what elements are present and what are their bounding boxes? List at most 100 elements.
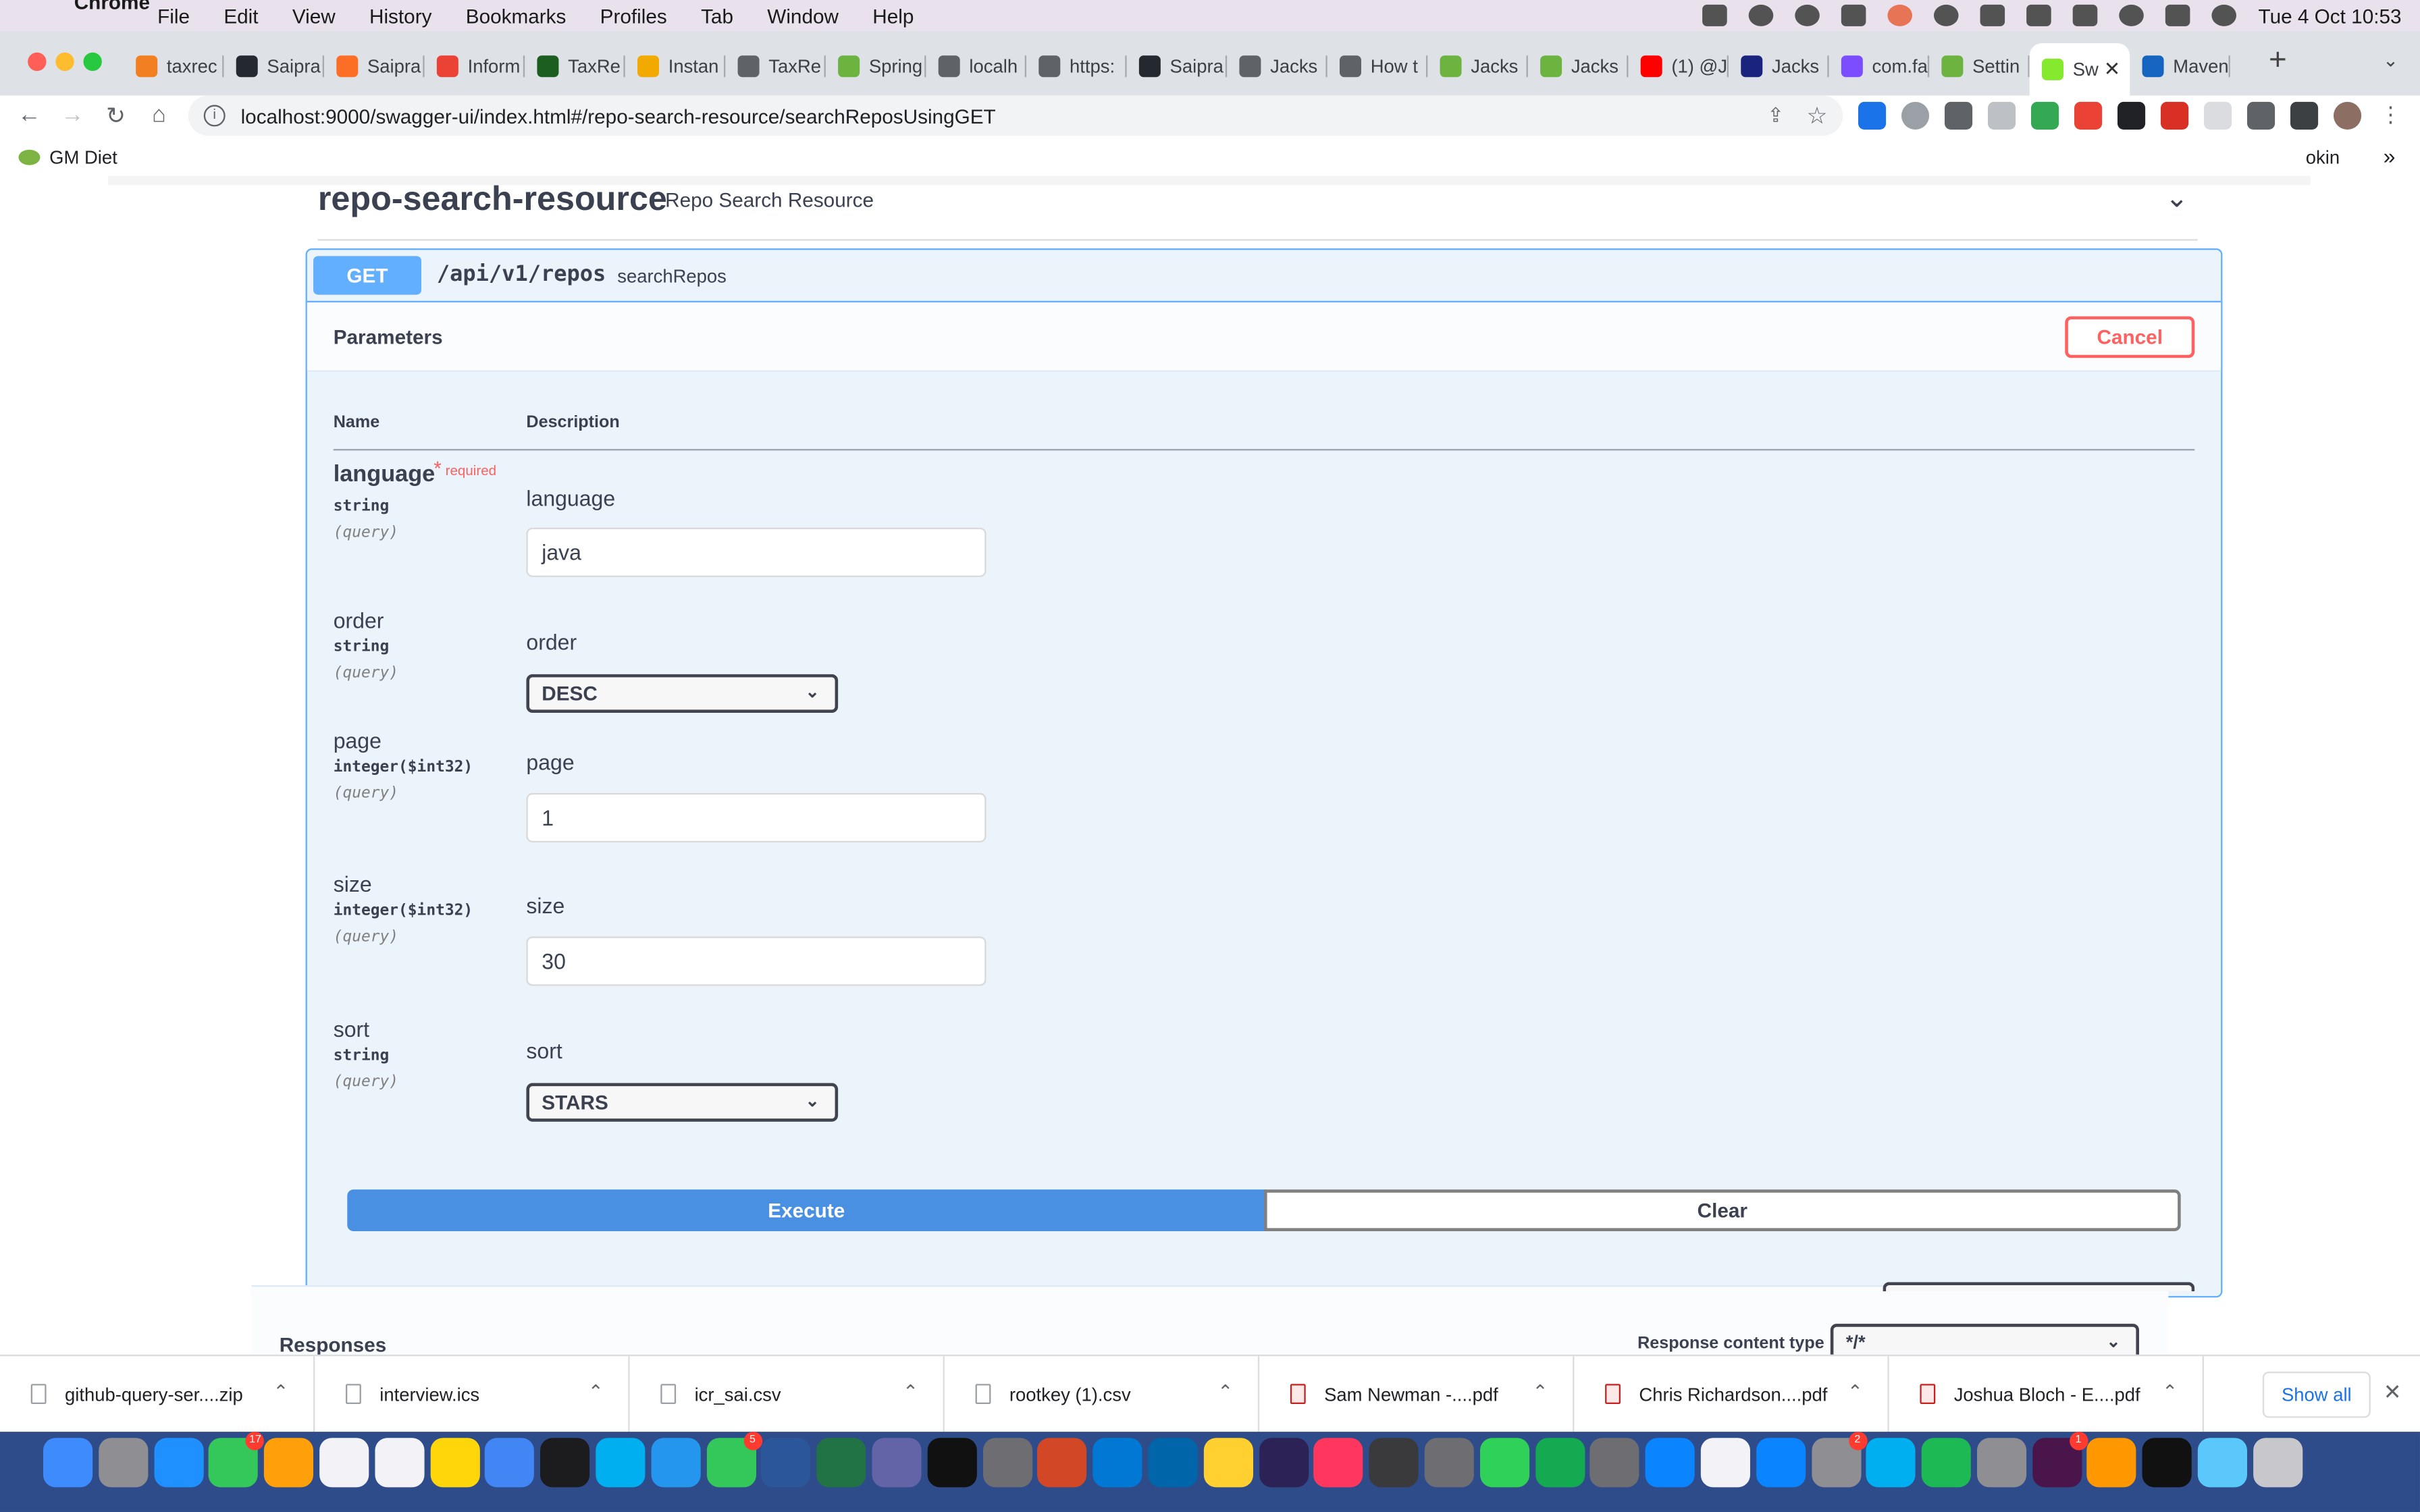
chevron-up-icon[interactable]: ⌃ xyxy=(2162,1381,2178,1403)
site-info-icon[interactable]: i xyxy=(203,105,226,127)
download-item[interactable]: github-query-ser....zip ⌃ xyxy=(0,1356,315,1434)
sort-select[interactable]: STARS ⌄ xyxy=(526,1083,839,1122)
facetime-icon[interactable]: 17 xyxy=(209,1432,265,1488)
extensions-puzzle-icon[interactable] xyxy=(2246,101,2276,130)
coffee-icon[interactable] xyxy=(1702,4,1728,26)
tab-search-chevron-icon[interactable]: ⌄ xyxy=(2383,49,2398,71)
elephant-icon[interactable] xyxy=(1841,4,1866,26)
browser-tab[interactable]: Maven xyxy=(2130,43,2230,90)
forward-arrow-icon[interactable]: → xyxy=(55,102,89,128)
menu-history[interactable]: History xyxy=(369,4,431,27)
messages-icon[interactable]: 5 xyxy=(706,1432,762,1488)
browser-tab[interactable]: localh xyxy=(926,43,1026,90)
download-item[interactable]: icr_sai.csv ⌃ xyxy=(630,1356,945,1434)
close-tab-icon[interactable]: ✕ xyxy=(2104,57,2121,82)
menubar-clock[interactable]: Tue 4 Oct 10:53 xyxy=(2259,4,2402,27)
vscode-icon[interactable] xyxy=(1148,1438,1198,1488)
browser-tab[interactable]: Inform xyxy=(425,43,525,90)
docker-icon[interactable] xyxy=(651,1438,701,1488)
siri-icon[interactable] xyxy=(2211,4,2237,26)
bookmarks-overflow-icon[interactable]: » xyxy=(2384,144,2396,169)
share-icon[interactable]: ⇪ xyxy=(1767,103,1784,128)
squirrel-icon[interactable] xyxy=(1369,1438,1419,1488)
side-panel-icon[interactable] xyxy=(2290,101,2319,130)
address-url[interactable]: localhost:9000/swagger-ui/index.html#/re… xyxy=(241,104,996,127)
menu-view[interactable]: View xyxy=(292,4,336,27)
chevron-up-icon[interactable]: ⌃ xyxy=(1847,1381,1863,1403)
bookmark-last[interactable]: okin xyxy=(2306,146,2340,168)
globe-icon[interactable] xyxy=(1795,4,1820,26)
bookmark-gm-diet[interactable]: GM Diet xyxy=(18,146,117,168)
folder-icon[interactable] xyxy=(2198,1438,2248,1488)
size-input[interactable]: 30 xyxy=(526,936,987,986)
eclipse-icon[interactable] xyxy=(1259,1438,1309,1488)
minimize-window-icon[interactable] xyxy=(55,52,74,72)
tag-title[interactable]: repo-search-resource xyxy=(318,179,667,219)
browser-tab[interactable]: Spring xyxy=(826,43,926,90)
keynote-icon[interactable] xyxy=(1645,1438,1695,1488)
extension-fi-icon[interactable] xyxy=(1858,101,1887,130)
extension-red-icon[interactable] xyxy=(2160,101,2189,130)
execute-button[interactable]: Execute xyxy=(347,1189,1266,1231)
browser-tab[interactable]: Saipra xyxy=(223,43,324,90)
chevron-up-icon[interactable]: ⌃ xyxy=(1217,1381,1233,1403)
cancel-button[interactable]: Cancel xyxy=(2065,316,2195,358)
zoom-window-icon[interactable] xyxy=(83,52,102,72)
download-item[interactable]: interview.ics ⌃ xyxy=(315,1356,630,1434)
close-window-icon[interactable] xyxy=(28,52,47,72)
close-shelf-icon[interactable]: ✕ xyxy=(2384,1379,2402,1405)
reminders-icon[interactable] xyxy=(374,1438,425,1488)
control-center-icon[interactable] xyxy=(2165,4,2190,26)
excel-icon[interactable] xyxy=(816,1438,866,1488)
play-icon[interactable] xyxy=(1934,4,1959,26)
download-item[interactable]: Chris Richardson....pdf ⌃ xyxy=(1574,1356,1889,1434)
calendar-icon[interactable] xyxy=(319,1438,369,1488)
download-item[interactable]: Joshua Bloch - E....pdf ⌃ xyxy=(1889,1356,2204,1434)
response-content-type-select[interactable]: */* ⌄ xyxy=(1830,1324,2139,1355)
home-icon[interactable]: ⌂ xyxy=(142,102,176,128)
show-all-downloads-button[interactable]: Show all xyxy=(2262,1371,2371,1418)
menu-bookmarks[interactable]: Bookmarks xyxy=(466,4,567,27)
slack-icon[interactable]: 1 xyxy=(2032,1432,2088,1488)
language-input[interactable]: java xyxy=(526,527,987,577)
news-icon[interactable] xyxy=(1313,1438,1364,1488)
wifi-icon[interactable] xyxy=(2073,4,2098,26)
iterm-icon[interactable] xyxy=(927,1438,977,1488)
chevron-up-icon[interactable]: ⌃ xyxy=(588,1381,604,1403)
address-bar[interactable]: i localhost:9000/swagger-ui/index.html#/… xyxy=(188,95,1843,136)
extension-grid-icon[interactable] xyxy=(1944,101,1973,130)
collapse-chevron-icon[interactable]: ⌄ xyxy=(2165,182,2188,215)
textedit-icon[interactable] xyxy=(1700,1438,1750,1488)
menu-help[interactable]: Help xyxy=(872,4,914,27)
extension-camera-icon[interactable] xyxy=(1987,101,2016,130)
numbers-icon[interactable] xyxy=(1479,1438,1529,1488)
browser-tab[interactable]: taxrec xyxy=(124,43,224,90)
download-item[interactable]: rootkey (1).csv ⌃ xyxy=(945,1356,1260,1434)
menu-profiles[interactable]: Profiles xyxy=(600,4,667,27)
outlook-icon[interactable] xyxy=(1093,1438,1142,1488)
mango-icon[interactable] xyxy=(1887,4,1913,26)
sublime-icon[interactable] xyxy=(2087,1438,2137,1488)
browser-tab[interactable]: Settin xyxy=(1929,43,2030,90)
menu-edit[interactable]: Edit xyxy=(223,4,258,27)
chevron-up-icon[interactable]: ⌃ xyxy=(1533,1381,1548,1403)
finder-icon[interactable] xyxy=(43,1438,93,1488)
clear-button[interactable]: Clear xyxy=(1263,1189,2181,1231)
photos-icon[interactable] xyxy=(264,1438,314,1488)
browser-tab[interactable]: Jacks xyxy=(1729,43,1829,90)
extension-react-icon[interactable] xyxy=(2117,101,2146,130)
terminal-icon[interactable] xyxy=(540,1438,590,1488)
order-select[interactable]: DESC ⌄ xyxy=(526,674,839,713)
browser-tab[interactable]: Jacks xyxy=(1427,43,1528,90)
spotlight-search-icon[interactable] xyxy=(2119,4,2145,26)
unknown-app-icon[interactable] xyxy=(1424,1438,1474,1488)
menu-file[interactable]: File xyxy=(157,4,190,27)
reload-icon[interactable]: ↻ xyxy=(99,102,132,130)
launchpad-icon[interactable] xyxy=(98,1438,148,1488)
unknown-app-icon[interactable] xyxy=(982,1438,1032,1488)
safari-icon[interactable] xyxy=(153,1438,203,1488)
chrome-icon[interactable] xyxy=(485,1438,535,1488)
browser-tab[interactable]: How t xyxy=(1327,43,1428,90)
skype-for-business-icon[interactable] xyxy=(1866,1438,1916,1488)
teams-icon[interactable] xyxy=(872,1438,922,1488)
